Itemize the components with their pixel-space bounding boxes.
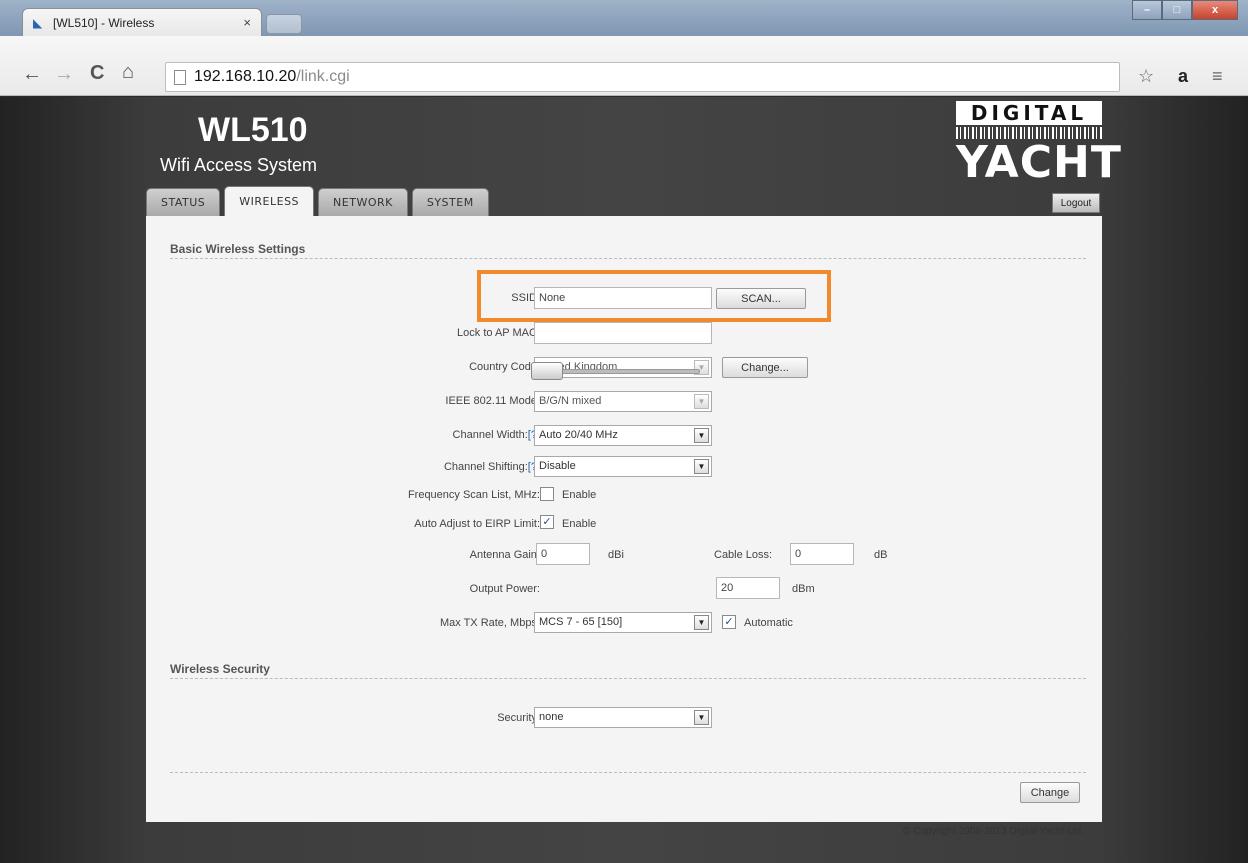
basic-settings-title: Basic Wireless Settings [170, 242, 306, 256]
frequency-scan-checkbox[interactable] [540, 487, 554, 501]
dropdown-arrow-icon: ▼ [694, 710, 709, 725]
channel-width-select[interactable]: Auto 20/40 MHz ▼ [534, 425, 712, 446]
tab-network[interactable]: NETWORK [318, 188, 408, 216]
output-power-slider-handle[interactable] [530, 362, 563, 380]
dropdown-arrow-icon: ▼ [694, 428, 709, 443]
channel-shifting-label: Channel Shifting:[?] [444, 461, 540, 473]
reload-icon[interactable]: C [90, 63, 104, 83]
wifi-favicon-icon: ◣ [33, 15, 43, 30]
window-titlebar: ◣ [WL510] - Wireless × – □ x [0, 0, 1248, 36]
menu-icon[interactable]: ≡ [1212, 66, 1223, 87]
model-subtitle: Wifi Access System [160, 155, 318, 175]
ssid-highlight-box [477, 270, 831, 322]
channel-width-value: Auto 20/40 MHz [539, 429, 618, 441]
antenna-gain-input[interactable]: 0 [536, 543, 590, 565]
antenna-gain-unit: dBi [608, 549, 624, 561]
lock-ap-mac-input[interactable] [534, 322, 712, 344]
security-value: none [539, 711, 564, 723]
max-tx-rate-select[interactable]: MCS 7 - 65 [150] ▼ [534, 612, 712, 633]
dropdown-arrow-icon: ▼ [694, 615, 709, 630]
dropdown-arrow-icon: ▼ [694, 394, 709, 409]
window-controls: – □ x [1132, 0, 1238, 20]
section-divider [170, 258, 1086, 259]
change-button[interactable]: Change [1020, 782, 1080, 803]
tab-wireless[interactable]: WIRELESS [224, 186, 315, 216]
new-tab-button[interactable] [266, 14, 302, 34]
home-icon[interactable]: ⌂ [122, 62, 134, 82]
lock-ap-mac-label: Lock to AP MAC: [457, 327, 540, 339]
forward-icon[interactable]: → [54, 64, 74, 84]
ieee-mode-value: B/G/N mixed [539, 395, 602, 407]
antenna-gain-label: Antenna Gain: [469, 549, 540, 561]
ieee-mode-label: IEEE 802.11 Mode: [445, 395, 540, 407]
output-power-input[interactable]: 20 [716, 577, 780, 599]
channel-shifting-select[interactable]: Disable ▼ [534, 456, 712, 477]
section-divider [170, 678, 1086, 679]
channel-width-label: Channel Width:[?] [453, 429, 540, 441]
close-window-button[interactable]: x [1192, 0, 1238, 20]
logo-top-text: DIGITAL [956, 101, 1102, 125]
country-change-button[interactable]: Change... [722, 357, 808, 378]
bookmark-star-icon[interactable]: ☆ [1138, 66, 1154, 87]
eirp-label: Auto Adjust to EIRP Limit: [414, 518, 540, 530]
output-power-slider-track[interactable] [550, 369, 700, 374]
tab-title: [WL510] - Wireless [53, 15, 155, 30]
channel-shifting-value: Disable [539, 460, 576, 472]
max-tx-rate-value: MCS 7 - 65 [150] [539, 616, 623, 628]
output-power-label: Output Power: [469, 583, 540, 595]
channel-shifting-text: Channel Shifting: [443, 461, 528, 473]
frequency-scan-label: Frequency Scan List, MHz: [407, 489, 540, 501]
cable-loss-input[interactable]: 0 [790, 543, 854, 565]
maximize-button[interactable]: □ [1162, 0, 1192, 20]
amazon-extension-icon[interactable]: a [1178, 66, 1188, 87]
main-tabs: STATUS WIRELESS NETWORK SYSTEM [146, 186, 493, 216]
logout-button[interactable]: Logout [1052, 193, 1100, 213]
security-select[interactable]: none ▼ [534, 707, 712, 728]
max-tx-rate-label: Max TX Rate, Mbps: [439, 617, 540, 629]
ieee-mode-select[interactable]: B/G/N mixed ▼ [534, 391, 712, 412]
digital-yacht-logo: DIGITAL YACHT [956, 101, 1122, 188]
frequency-scan-enable-label: Enable [562, 489, 597, 501]
page-icon [174, 69, 186, 85]
logo-bottom-text: YACHT [956, 137, 1122, 188]
back-icon[interactable]: ← [22, 64, 42, 84]
eirp-checkbox[interactable]: ✓ [540, 515, 554, 529]
channel-width-text: Channel Width: [452, 429, 528, 441]
model-title: WL510 [198, 111, 308, 149]
output-power-unit: dBm [792, 583, 815, 595]
wireless-security-title: Wireless Security [170, 662, 270, 676]
url-host: 192.168.10.20 [194, 68, 297, 85]
tab-status[interactable]: STATUS [146, 188, 221, 216]
automatic-label: Automatic [744, 617, 793, 629]
address-bar[interactable]: 192.168.10.20/link.cgi [165, 62, 1120, 92]
url-path: /link.cgi [296, 68, 350, 85]
copyright-text: © Copyright 2006-2013 Digital Yacht Ltd. [903, 826, 1084, 837]
cable-loss-label: Cable Loss: [714, 549, 773, 561]
tab-close-icon[interactable]: × [243, 15, 251, 30]
automatic-checkbox[interactable]: ✓ [722, 615, 736, 629]
footer-divider [170, 772, 1086, 773]
browser-tab[interactable]: ◣ [WL510] - Wireless × [22, 8, 262, 36]
minimize-button[interactable]: – [1132, 0, 1162, 20]
dropdown-arrow-icon: ▼ [694, 459, 709, 474]
eirp-enable-label: Enable [562, 518, 597, 530]
country-code-label: Country Code: [469, 361, 540, 373]
tab-system[interactable]: SYSTEM [411, 188, 489, 216]
cable-loss-unit: dB [874, 549, 888, 561]
